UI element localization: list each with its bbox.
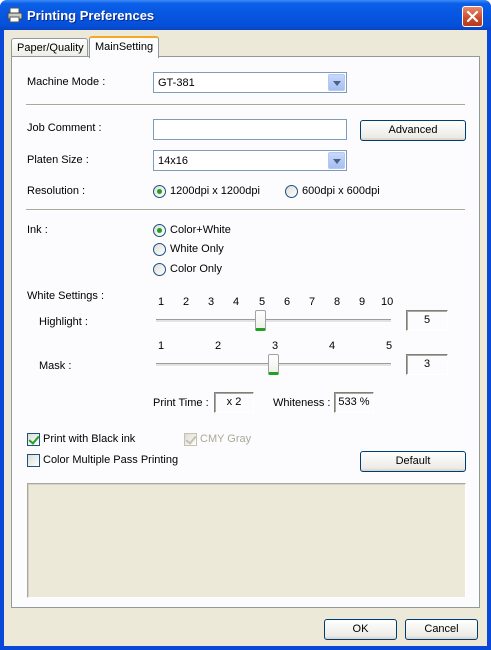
ink-color-white-radio[interactable] (153, 224, 166, 237)
ink-white-only-label[interactable]: White Only (170, 243, 224, 255)
separator (26, 104, 465, 106)
ink-white-only-radio[interactable] (153, 243, 166, 256)
highlight-tick: 1 (158, 296, 165, 308)
ink-label: Ink : (27, 224, 48, 236)
job-comment-input[interactable] (153, 119, 347, 140)
resolution-600-label[interactable]: 600dpi x 600dpi (302, 185, 380, 197)
whiteness-label: Whiteness : (273, 397, 331, 409)
machine-mode-value: GT-381 (158, 77, 195, 89)
highlight-tick: 6 (284, 296, 291, 308)
chevron-down-icon[interactable] (328, 152, 345, 169)
title-bar[interactable]: Printing Preferences (0, 0, 491, 30)
mask-tick: 1 (158, 340, 165, 352)
highlight-tick: 9 (359, 296, 366, 308)
ink-color-only-label[interactable]: Color Only (170, 263, 222, 275)
highlight-tick: 10 (381, 296, 394, 308)
platen-size-value: 14x16 (158, 155, 188, 167)
highlight-tick: 3 (208, 296, 215, 308)
close-icon (466, 10, 479, 23)
printer-icon (7, 7, 23, 23)
mask-value: 3 (406, 354, 448, 375)
color-multi-pass-label[interactable]: Color Multiple Pass Printing (43, 454, 178, 466)
highlight-slider-track[interactable] (156, 319, 391, 323)
whiteness-value: 533 % (334, 392, 374, 413)
resolution-1200-label[interactable]: 1200dpi x 1200dpi (170, 185, 260, 197)
mask-tick: 5 (386, 340, 393, 352)
separator (26, 209, 465, 211)
mask-tick: 4 (329, 340, 336, 352)
machine-mode-select[interactable]: GT-381 (153, 72, 347, 93)
print-black-ink-label[interactable]: Print with Black ink (43, 433, 135, 445)
advanced-button[interactable]: Advanced (360, 120, 466, 141)
highlight-label: Highlight : (39, 316, 88, 328)
cmy-gray-label[interactable]: CMY Gray (200, 433, 251, 445)
ink-color-only-radio[interactable] (153, 263, 166, 276)
dialog-client-area: Paper/Quality MainSetting Machine Mode :… (4, 30, 487, 646)
mainsetting-panel: Machine Mode : GT-381 Job Comment : Adva… (11, 56, 480, 608)
print-black-ink-checkbox[interactable] (27, 433, 40, 446)
window-title: Printing Preferences (27, 8, 155, 23)
resolution-label: Resolution : (27, 185, 86, 197)
tab-paper-quality[interactable]: Paper/Quality (11, 38, 88, 58)
resolution-600-radio[interactable] (285, 185, 298, 198)
mask-tick: 2 (215, 340, 222, 352)
ink-color-white-label[interactable]: Color+White (170, 224, 231, 236)
platen-size-select[interactable]: 14x16 (153, 150, 347, 171)
mask-label: Mask : (39, 360, 72, 372)
close-button[interactable] (462, 6, 483, 27)
cmy-gray-checkbox[interactable] (184, 433, 197, 446)
default-button[interactable]: Default (360, 451, 466, 472)
printing-preferences-window: Printing Preferences Paper/Quality MainS… (0, 0, 491, 650)
white-settings-label: White Settings : (27, 290, 105, 302)
print-time-label: Print Time : (153, 397, 209, 409)
print-time-value: x 2 (214, 392, 254, 413)
highlight-tick: 4 (233, 296, 240, 308)
highlight-tick: 5 (259, 296, 266, 308)
machine-mode-label: Machine Mode : (27, 76, 106, 88)
tab-mainsetting[interactable]: MainSetting (89, 36, 159, 58)
info-box (27, 483, 466, 598)
cancel-button[interactable]: Cancel (405, 619, 478, 640)
highlight-tick: 2 (183, 296, 190, 308)
highlight-slider-thumb[interactable] (255, 310, 266, 331)
mask-slider-thumb[interactable] (268, 354, 279, 375)
highlight-tick: 8 (334, 296, 341, 308)
highlight-tick: 7 (309, 296, 316, 308)
tab-label: MainSetting (95, 41, 154, 53)
resolution-1200-radio[interactable] (153, 185, 166, 198)
highlight-value: 5 (406, 310, 448, 331)
tab-label: Paper/Quality (17, 42, 84, 54)
color-multi-pass-checkbox[interactable] (27, 454, 40, 467)
ok-button[interactable]: OK (324, 619, 397, 640)
mask-tick: 3 (272, 340, 279, 352)
job-comment-label: Job Comment : (27, 122, 102, 134)
platen-size-label: Platen Size : (27, 154, 89, 166)
chevron-down-icon[interactable] (328, 74, 345, 91)
